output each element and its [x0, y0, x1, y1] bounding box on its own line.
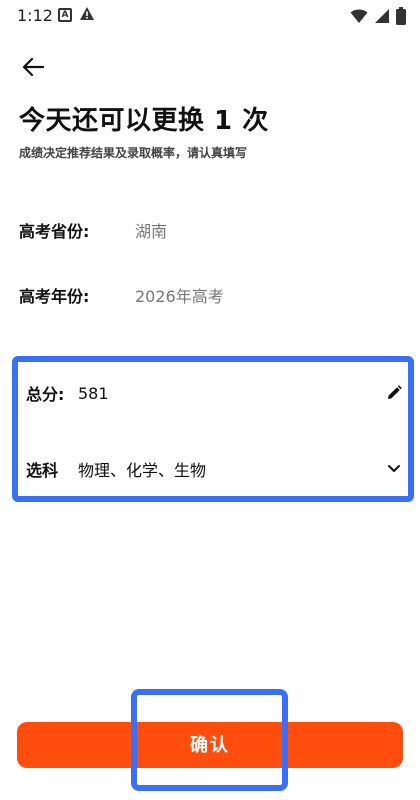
score-label: 总分: [26, 385, 65, 404]
score-value[interactable]: 581 [78, 384, 384, 403]
year-row: 高考年份: 2026年高考 [19, 283, 224, 307]
wifi-icon [350, 8, 368, 28]
warning-icon [79, 6, 95, 26]
year-value: 2026年高考 [135, 287, 224, 306]
page-subtitle: 成绩决定推荐结果及录取概率，请认真填写 [19, 146, 248, 160]
subject-value[interactable]: 物理、化学、生物 [78, 457, 384, 481]
pencil-icon[interactable] [384, 383, 404, 403]
province-value: 湖南 [135, 222, 168, 241]
subject-select[interactable]: 选科 物理、化学、生物 [26, 456, 404, 482]
back-button[interactable] [18, 52, 48, 82]
page-title: 今天还可以更换 1 次 [19, 106, 269, 136]
confirm-label: 确认 [190, 735, 230, 755]
status-right-icons [350, 7, 406, 29]
province-row: 高考省份: 湖南 [19, 218, 167, 242]
score-field[interactable]: 总分: 581 [26, 380, 404, 406]
year-label: 高考年份: [19, 287, 90, 306]
battery-icon [396, 7, 406, 29]
confirm-button[interactable]: 确认 [17, 722, 403, 768]
status-bar: 1:12 A [0, 0, 420, 34]
chevron-down-icon[interactable] [384, 459, 404, 479]
arrow-left-icon [22, 57, 44, 77]
score-subject-panel: 总分: 581 选科 物理、化学、生物 [12, 356, 414, 502]
signal-icon [374, 8, 390, 28]
province-label: 高考省份: [19, 222, 90, 241]
status-time: 1:12 [17, 6, 53, 25]
app-notification-icon: A [58, 8, 72, 22]
subject-label: 选科 [26, 461, 59, 480]
